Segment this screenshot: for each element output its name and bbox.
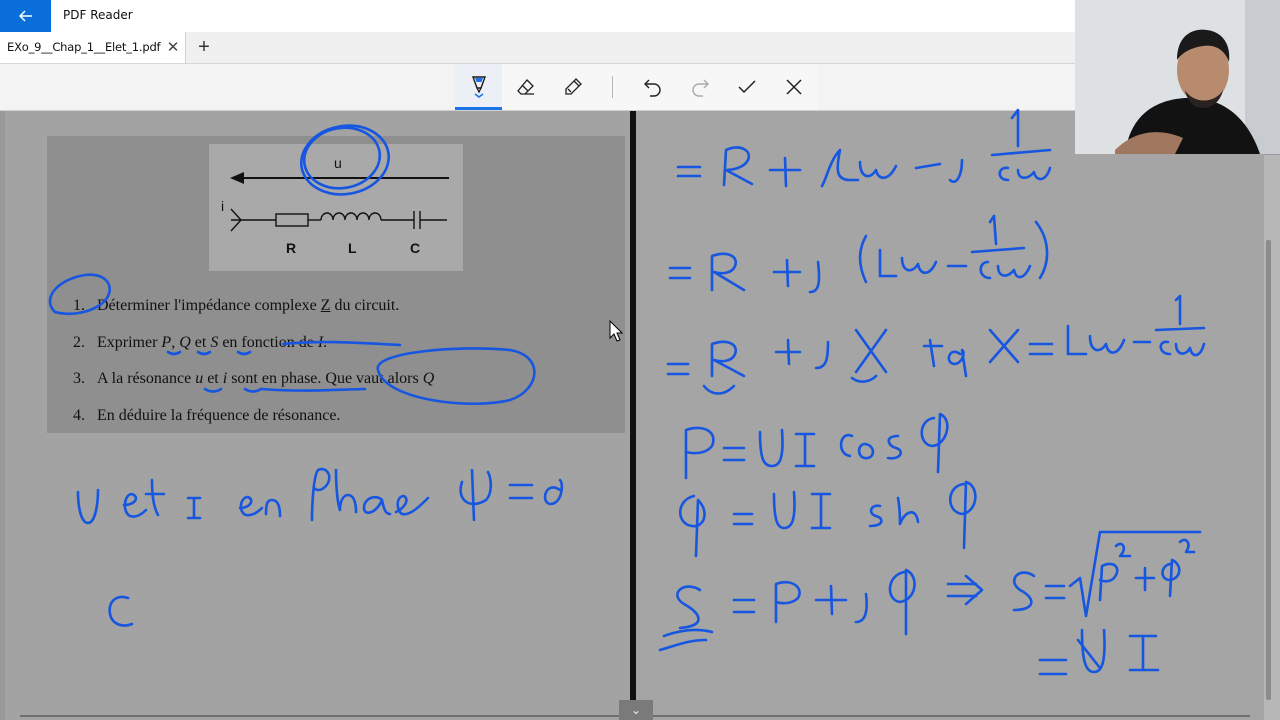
scrollbar-thumb[interactable] [1266,240,1271,700]
ink-toolbar [455,64,818,110]
undo-button[interactable] [629,64,676,110]
resistor-label: R [286,240,297,256]
pen-tool-button[interactable] [455,64,502,110]
question-4: 4. En déduire la fréquence de résonance. [73,407,341,424]
cancel-button[interactable] [770,64,817,110]
question-2: 2. Exprimer P, Q et S en fonction de I. [73,334,328,351]
checkmark-icon [737,80,756,94]
app-title: PDF Reader [63,8,133,22]
arrow-left-icon [18,10,32,22]
redo-button[interactable] [676,64,723,110]
question-1: 1. Déterminer l'impédance complexe Z du c… [73,297,400,314]
voltage-label: u [334,155,342,171]
inductor-label: L [348,240,357,256]
capacitor-label: C [410,240,421,256]
current-label: i [221,198,225,214]
page-right[interactable] [636,111,1264,720]
highlighter-icon [564,78,582,95]
close-icon [785,79,802,95]
redo-icon [691,79,709,97]
title-bar: PDF Reader [0,0,1075,32]
plus-icon[interactable]: + [192,32,216,62]
webcam-overlay [1075,0,1280,154]
cursor-icon [609,320,623,342]
back-button[interactable] [0,0,51,32]
tab-strip: EXo_9__Chap_1__Elet_1.pdf ✕ + [0,32,1075,64]
close-icon[interactable]: ✕ [165,32,181,63]
eraser-tool-button[interactable] [502,64,549,110]
question-3: 3. A la résonance u et i sont en phase. Q… [73,370,435,387]
chevron-down-icon[interactable]: ⌄ [619,700,653,720]
eraser-icon [516,79,534,95]
accept-button[interactable] [723,64,770,110]
pen-icon [471,75,486,98]
undo-icon [643,79,661,97]
tab-label: EXo_9__Chap_1__Elet_1.pdf [7,40,161,54]
highlighter-tool-button[interactable] [549,64,596,110]
tab-document[interactable]: EXo_9__Chap_1__Elet_1.pdf ✕ [0,32,186,63]
webcam-person-image [1075,0,1280,154]
toolbar-separator [612,76,613,98]
